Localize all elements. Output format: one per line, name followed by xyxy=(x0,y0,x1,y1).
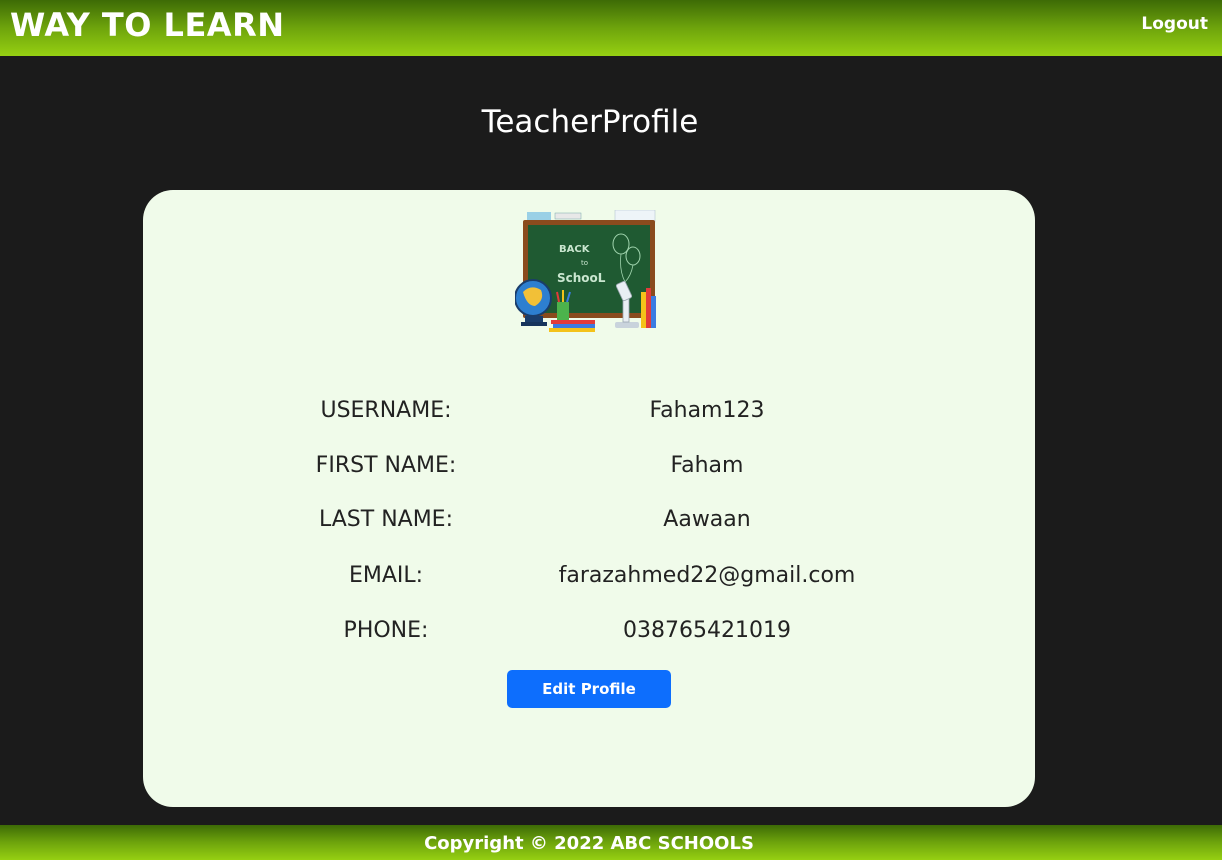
email-label: EMAIL: xyxy=(348,563,424,588)
phone-value: 038765421019 xyxy=(623,618,791,643)
last-name-row: LAST NAME: Aawaan xyxy=(143,500,1035,540)
back-to-school-image: BACK to SchooL xyxy=(515,210,656,332)
board-text-school: SchooL xyxy=(557,271,606,285)
footer: Copyright © 2022 ABC SCHOOLS xyxy=(0,825,1222,860)
page-title: TeacherProfile xyxy=(481,104,699,140)
copyright-text: Copyright © 2022 ABC SCHOOLS xyxy=(424,833,754,854)
phone-row: PHONE: 038765421019 xyxy=(143,611,1035,651)
phone-label: PHONE: xyxy=(343,618,429,643)
board-text-back: BACK xyxy=(559,244,591,255)
email-value: farazahmed22@gmail.com xyxy=(558,563,856,588)
profile-card: BACK to SchooL USERNAME: Faham123 FIRST … xyxy=(143,190,1035,807)
board-text-to: to xyxy=(581,259,588,267)
username-label: USERNAME: xyxy=(320,398,452,423)
brand-logo-text[interactable]: WAY TO LEARN xyxy=(10,6,284,44)
email-row: EMAIL: farazahmed22@gmail.com xyxy=(143,556,1035,596)
first-name-row: FIRST NAME: Faham xyxy=(143,446,1035,486)
edit-profile-button[interactable]: Edit Profile xyxy=(507,670,671,708)
last-name-value: Aawaan xyxy=(663,507,751,532)
username-value: Faham123 xyxy=(649,398,765,423)
username-row: USERNAME: Faham123 xyxy=(143,391,1035,431)
logout-link[interactable]: Logout xyxy=(1141,14,1208,34)
top-navbar: WAY TO LEARN Logout xyxy=(0,0,1222,56)
last-name-label: LAST NAME: xyxy=(318,507,453,532)
first-name-value: Faham xyxy=(670,453,744,478)
first-name-label: FIRST NAME: xyxy=(315,453,457,478)
